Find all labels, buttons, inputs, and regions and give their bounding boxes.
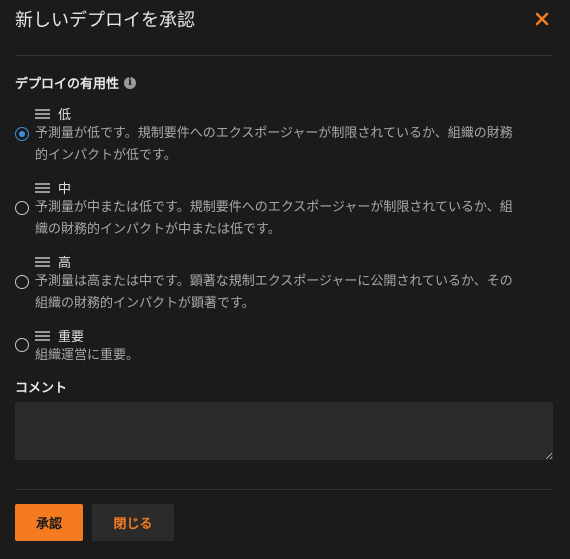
option-description-critical: 組織運営に重要。 [35,345,555,367]
option-description-medium: 予測量が中または低です。規制要件へのエクスポージャーが制限されているか、組 織の… [35,197,555,241]
option-description-medium-line1: 予測量が中または低です。規制要件へのエクスポージャーが制限されているか、組 [35,200,513,215]
lines-icon [35,330,50,341]
option-description-high: 予測量は高または中です。顕著な規制エクスポージャーに公開されているか、その 組織… [35,271,555,315]
lines-icon [35,108,50,119]
option-header-medium: 中 [35,178,71,197]
option-header-critical: 重要 [35,326,84,345]
close-icon[interactable] [534,11,550,27]
option-header-low: 低 [35,104,71,123]
dialog-title: 新しいデプロイを承認 [15,10,195,31]
info-icon[interactable]: i [124,76,137,89]
availability-label-text: デプロイの有用性 [15,77,120,92]
option-description-medium-line2: 織の財務的インパクトが中または低です。 [35,222,281,237]
radio-critical[interactable] [15,338,29,352]
radio-low[interactable] [15,127,29,141]
lines-icon [35,182,50,193]
option-description-high-line1: 予測量は高または中です。顕著な規制エクスポージャーに公開されているか、その [35,274,513,289]
lines-icon [35,256,50,267]
option-label-critical: 重要 [58,330,85,345]
option-label-high: 高 [58,256,72,271]
comment-textarea[interactable] [15,402,553,460]
option-description-high-line2: 組織の財務的インパクトが顕著です。 [35,296,255,311]
approve-button[interactable]: 承認 [15,504,83,541]
close-button[interactable]: 閉じる [92,504,174,541]
header-divider [15,55,553,56]
option-label-low: 低 [58,108,72,123]
option-description-low-line2: 的インパクトが低です。 [35,148,177,163]
footer-divider [15,489,553,490]
option-description-critical-line1: 組織運営に重要。 [35,348,140,363]
radio-medium[interactable] [15,201,29,215]
approve-deployment-dialog: 新しいデプロイを承認 デプロイの有用性 i 低 予測量が低です。規制要件へのエク… [0,0,570,559]
option-description-low: 予測量が低です。規制要件へのエクスポージャーが制限されているか、組織の財務 的イ… [35,123,555,167]
radio-high[interactable] [15,275,29,289]
option-label-medium: 中 [58,182,72,197]
availability-label: デプロイの有用性 i [15,73,137,92]
option-description-low-line1: 予測量が低です。規制要件へのエクスポージャーが制限されているか、組織の財務 [35,126,513,141]
option-header-high: 高 [35,252,71,271]
comment-label: コメント [15,381,68,396]
